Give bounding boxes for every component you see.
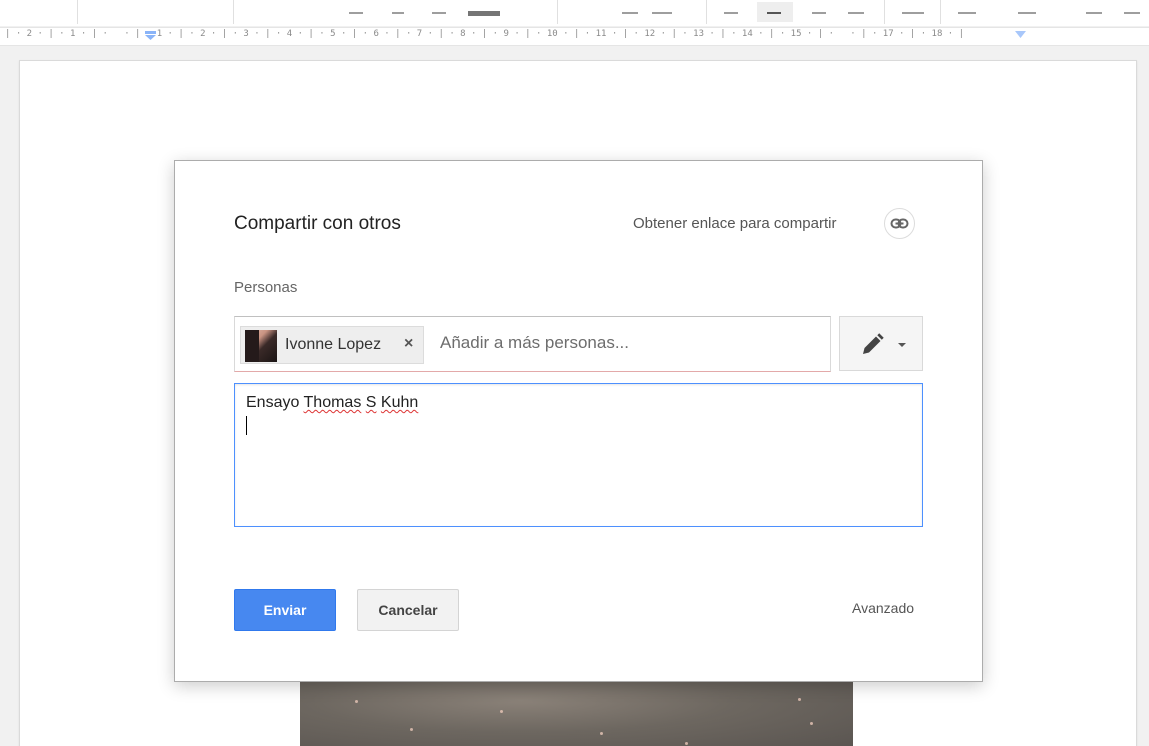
send-button[interactable]: Enviar (234, 589, 336, 631)
message-word-misspelled: Thomas (303, 394, 362, 411)
advanced-link[interactable]: Avanzado (852, 600, 914, 616)
toolbar-separator (706, 0, 707, 24)
decrease-indent-button[interactable] (1086, 12, 1102, 14)
image-sparkle (798, 698, 801, 701)
increase-indent-button[interactable] (1124, 12, 1140, 14)
align-justify-button[interactable] (848, 12, 864, 14)
toolbar-separator (77, 0, 78, 24)
line-spacing-button[interactable] (902, 12, 924, 14)
image-sparkle (685, 742, 688, 745)
toolbar-button[interactable] (652, 12, 672, 14)
align-right-button[interactable] (812, 12, 826, 14)
toolbar-button[interactable] (349, 12, 363, 14)
toolbar-button[interactable] (468, 11, 500, 16)
indent-marker-icon[interactable] (145, 31, 156, 40)
docs-window: | · 2 · | · 1 · | · · | · 1 · | · 2 · | … (0, 0, 1149, 746)
image-sparkle (410, 728, 413, 731)
align-left-button[interactable] (724, 12, 738, 14)
recipient-name: Ivonne Lopez (285, 336, 382, 353)
people-label: Personas (234, 279, 298, 296)
image-sparkle (355, 700, 358, 703)
align-center-mark (767, 12, 781, 14)
recipient-chip[interactable]: Ivonne Lopez × (240, 326, 424, 364)
remove-recipient-icon[interactable]: × (404, 335, 413, 353)
bulleted-list-button[interactable] (1018, 12, 1036, 14)
toolbar-button[interactable] (622, 12, 638, 14)
message-textarea[interactable]: Ensayo Thomas S Kuhn (234, 383, 923, 527)
cancel-button[interactable]: Cancelar (357, 589, 459, 631)
numbered-list-button[interactable] (958, 12, 976, 14)
text-caret (246, 416, 247, 435)
toolbar-separator (233, 0, 234, 24)
permission-dropdown-button[interactable] (839, 316, 923, 371)
get-link-button[interactable]: Obtener enlace para compartir (633, 215, 836, 232)
avatar (245, 330, 277, 362)
toolbar (0, 0, 1149, 26)
image-sparkle (810, 722, 813, 725)
right-indent-marker-icon[interactable] (1015, 31, 1026, 40)
add-people-input[interactable] (440, 331, 820, 355)
share-dialog: Compartir con otros Obtener enlace para … (174, 160, 983, 682)
toolbar-button[interactable] (432, 12, 446, 14)
link-icon[interactable] (884, 208, 915, 239)
message-text: Ensayo Thomas S Kuhn (246, 394, 418, 412)
message-word-misspelled: Kuhn (380, 394, 419, 411)
dialog-title: Compartir con otros (234, 213, 401, 234)
chevron-down-icon (898, 343, 906, 347)
image-sparkle (600, 732, 603, 735)
image-sparkle (500, 710, 503, 713)
avatar-hair (245, 330, 259, 362)
toolbar-separator (557, 0, 558, 24)
message-word: Ensayo (246, 394, 300, 411)
pencil-icon (863, 333, 884, 354)
toolbar-button[interactable] (392, 12, 404, 14)
toolbar-separator (940, 0, 941, 24)
ruler[interactable]: | · 2 · | · 1 · | · · | · 1 · | · 2 · | … (0, 27, 1149, 46)
message-word-misspelled: S (365, 394, 377, 411)
toolbar-separator (884, 0, 885, 24)
people-field[interactable]: Ivonne Lopez × (234, 316, 831, 372)
document-image (300, 680, 853, 746)
